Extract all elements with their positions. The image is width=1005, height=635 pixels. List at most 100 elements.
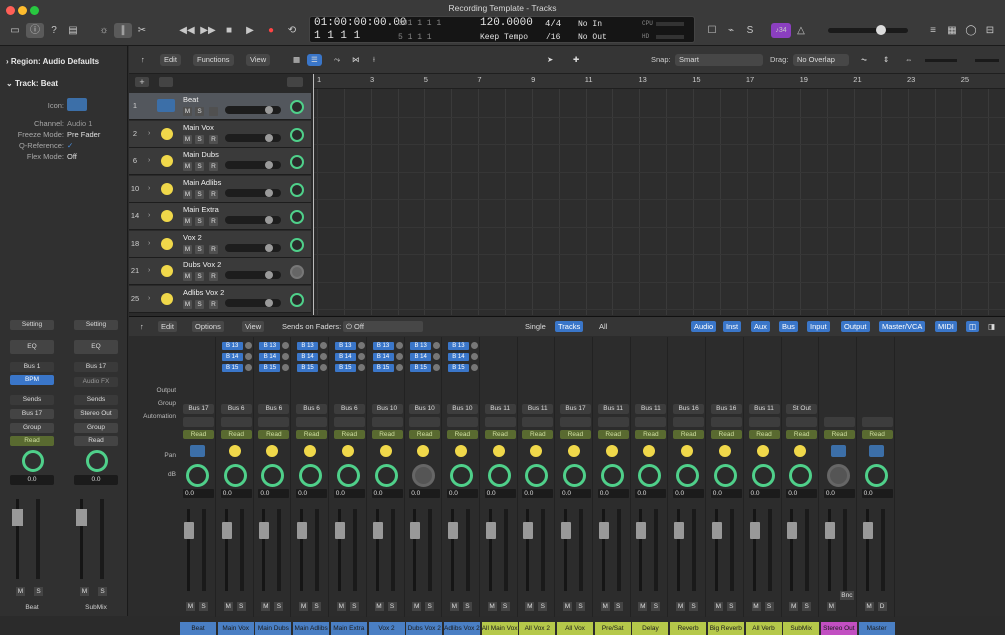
audio-fx-slot[interactable]: Audio FX — [74, 377, 118, 387]
record-enable-button[interactable]: R — [209, 189, 218, 199]
mute-button[interactable]: M — [299, 602, 309, 611]
send-bus[interactable]: B 15 — [410, 364, 432, 372]
mute-button[interactable]: M — [676, 602, 686, 611]
mute-button[interactable]: M — [449, 602, 459, 611]
browser-icon[interactable]: ⊟ — [981, 23, 999, 38]
solo-button[interactable]: S — [236, 602, 246, 611]
play-icon[interactable]: ▶ — [241, 23, 259, 38]
drag-select[interactable]: No Overlap — [793, 54, 849, 66]
solo-button[interactable]: S — [195, 244, 204, 254]
automation-select[interactable]: Read — [484, 430, 516, 439]
group-select[interactable] — [183, 417, 214, 427]
group-select[interactable] — [635, 417, 667, 427]
send-level-knob[interactable] — [320, 364, 328, 371]
horizontal-zoom-slider[interactable] — [975, 59, 999, 62]
volume-knob[interactable] — [265, 106, 273, 114]
send-level-knob[interactable] — [244, 342, 252, 349]
grid-icon[interactable]: ▦ — [289, 54, 304, 66]
automation-select[interactable]: Read — [710, 430, 742, 439]
send-bus[interactable]: B 14 — [334, 353, 356, 361]
send-level-knob[interactable] — [244, 364, 252, 371]
view-menu[interactable]: View — [246, 54, 271, 66]
send-level-knob[interactable] — [244, 353, 252, 360]
mute-button[interactable]: M — [223, 602, 233, 611]
disclosure-chevron-icon[interactable]: › — [148, 185, 150, 192]
fader-cap[interactable] — [862, 522, 873, 539]
send-bus[interactable]: B 15 — [259, 364, 281, 372]
send-bus[interactable]: B 14 — [447, 353, 469, 361]
fader-cap[interactable] — [297, 522, 308, 539]
duplicate-track-icon[interactable] — [159, 77, 173, 87]
automation-select[interactable]: Read — [597, 430, 629, 439]
region-header[interactable]: › Region: Audio Defaults — [6, 57, 134, 66]
automation-select[interactable]: Read — [371, 430, 403, 439]
pencil-tool-icon[interactable]: ✚ — [569, 54, 583, 66]
note-pad-icon[interactable]: ▦ — [943, 23, 961, 38]
solo-button[interactable]: S — [689, 602, 699, 611]
automation-select[interactable]: Read — [560, 430, 591, 439]
pan-knob[interactable] — [751, 464, 775, 487]
pan-knob[interactable] — [449, 464, 473, 487]
solo-button[interactable]: S — [195, 217, 204, 226]
link-icon[interactable]: ⋈ — [348, 54, 364, 66]
lcd-signature[interactable]: 4/4 — [545, 19, 561, 29]
fader-cap[interactable] — [372, 522, 383, 539]
group-select[interactable] — [484, 417, 516, 427]
send-level-knob[interactable] — [357, 364, 365, 371]
fader-cap[interactable] — [76, 509, 87, 526]
library-icon[interactable]: ▭ — [6, 23, 24, 38]
disclosure-chevron-icon[interactable]: › — [148, 295, 150, 302]
disclosure-chevron-icon[interactable]: › — [148, 130, 150, 137]
volume-knob[interactable] — [265, 298, 273, 307]
solo-button[interactable]: S — [613, 602, 623, 611]
output-select[interactable]: Bus 17 — [183, 404, 214, 414]
quick-help-icon[interactable]: ? — [45, 23, 63, 38]
pan-knob[interactable] — [789, 464, 813, 487]
pan-knob[interactable] — [290, 100, 304, 114]
send-bus[interactable]: B 13 — [372, 342, 394, 350]
output-select[interactable]: Bus 10 — [409, 404, 441, 414]
solo-icon[interactable]: S — [741, 23, 759, 38]
group-select[interactable] — [333, 417, 365, 427]
pan-knob[interactable] — [638, 464, 662, 487]
group-select[interactable]: Group — [10, 423, 54, 433]
output-select[interactable]: Bus 10 — [371, 404, 403, 414]
pan-knob[interactable] — [261, 464, 285, 487]
automation-select[interactable]: Read — [183, 430, 214, 439]
track-header-row[interactable]: 10 › Main Adlibs M S R — [129, 175, 311, 203]
pan-knob[interactable] — [299, 464, 323, 487]
volume-knob[interactable] — [265, 271, 273, 279]
input-monitor-button[interactable] — [209, 107, 218, 116]
record-enable-button[interactable]: R — [209, 244, 218, 254]
mute-button[interactable]: M — [16, 587, 25, 596]
group-select[interactable] — [258, 417, 290, 427]
send-bus[interactable]: B 14 — [410, 353, 432, 361]
send-level-knob[interactable] — [470, 342, 478, 349]
solo-button[interactable]: S — [195, 162, 204, 171]
volume-slider[interactable] — [225, 161, 281, 169]
flex-icon[interactable]: ⍿ — [369, 54, 379, 66]
mute-button[interactable]: M — [487, 602, 497, 611]
lcd-tempo-mode[interactable]: Keep Tempo — [480, 33, 528, 42]
fader-cap[interactable] — [221, 522, 232, 539]
automation-select[interactable]: Read — [748, 430, 780, 439]
solo-button[interactable]: S — [538, 602, 548, 611]
track-header-row[interactable]: 25 › Adlibs Vox 2 MSR — [129, 285, 311, 313]
fader-cap[interactable] — [787, 522, 798, 539]
volume-knob[interactable] — [265, 216, 273, 224]
output-select[interactable]: Bus 6 — [333, 404, 365, 414]
group-select[interactable] — [522, 417, 554, 427]
send-bus[interactable]: B 15 — [334, 364, 356, 372]
lcd-division[interactable]: /16 — [546, 33, 560, 42]
output-select[interactable]: Bus 6 — [296, 404, 328, 414]
send-level-knob[interactable] — [470, 353, 478, 360]
record-enable-button[interactable]: R — [209, 134, 218, 144]
arrange-grid[interactable] — [313, 74, 1005, 315]
solo-button[interactable]: S — [349, 602, 359, 611]
send-level-knob[interactable] — [433, 342, 441, 349]
solo-button[interactable]: S — [195, 299, 204, 309]
send-bus[interactable]: B 14 — [259, 353, 281, 361]
solo-button[interactable]: S — [34, 587, 43, 596]
send-level-knob[interactable] — [282, 342, 290, 349]
volume-slider[interactable] — [225, 271, 281, 279]
